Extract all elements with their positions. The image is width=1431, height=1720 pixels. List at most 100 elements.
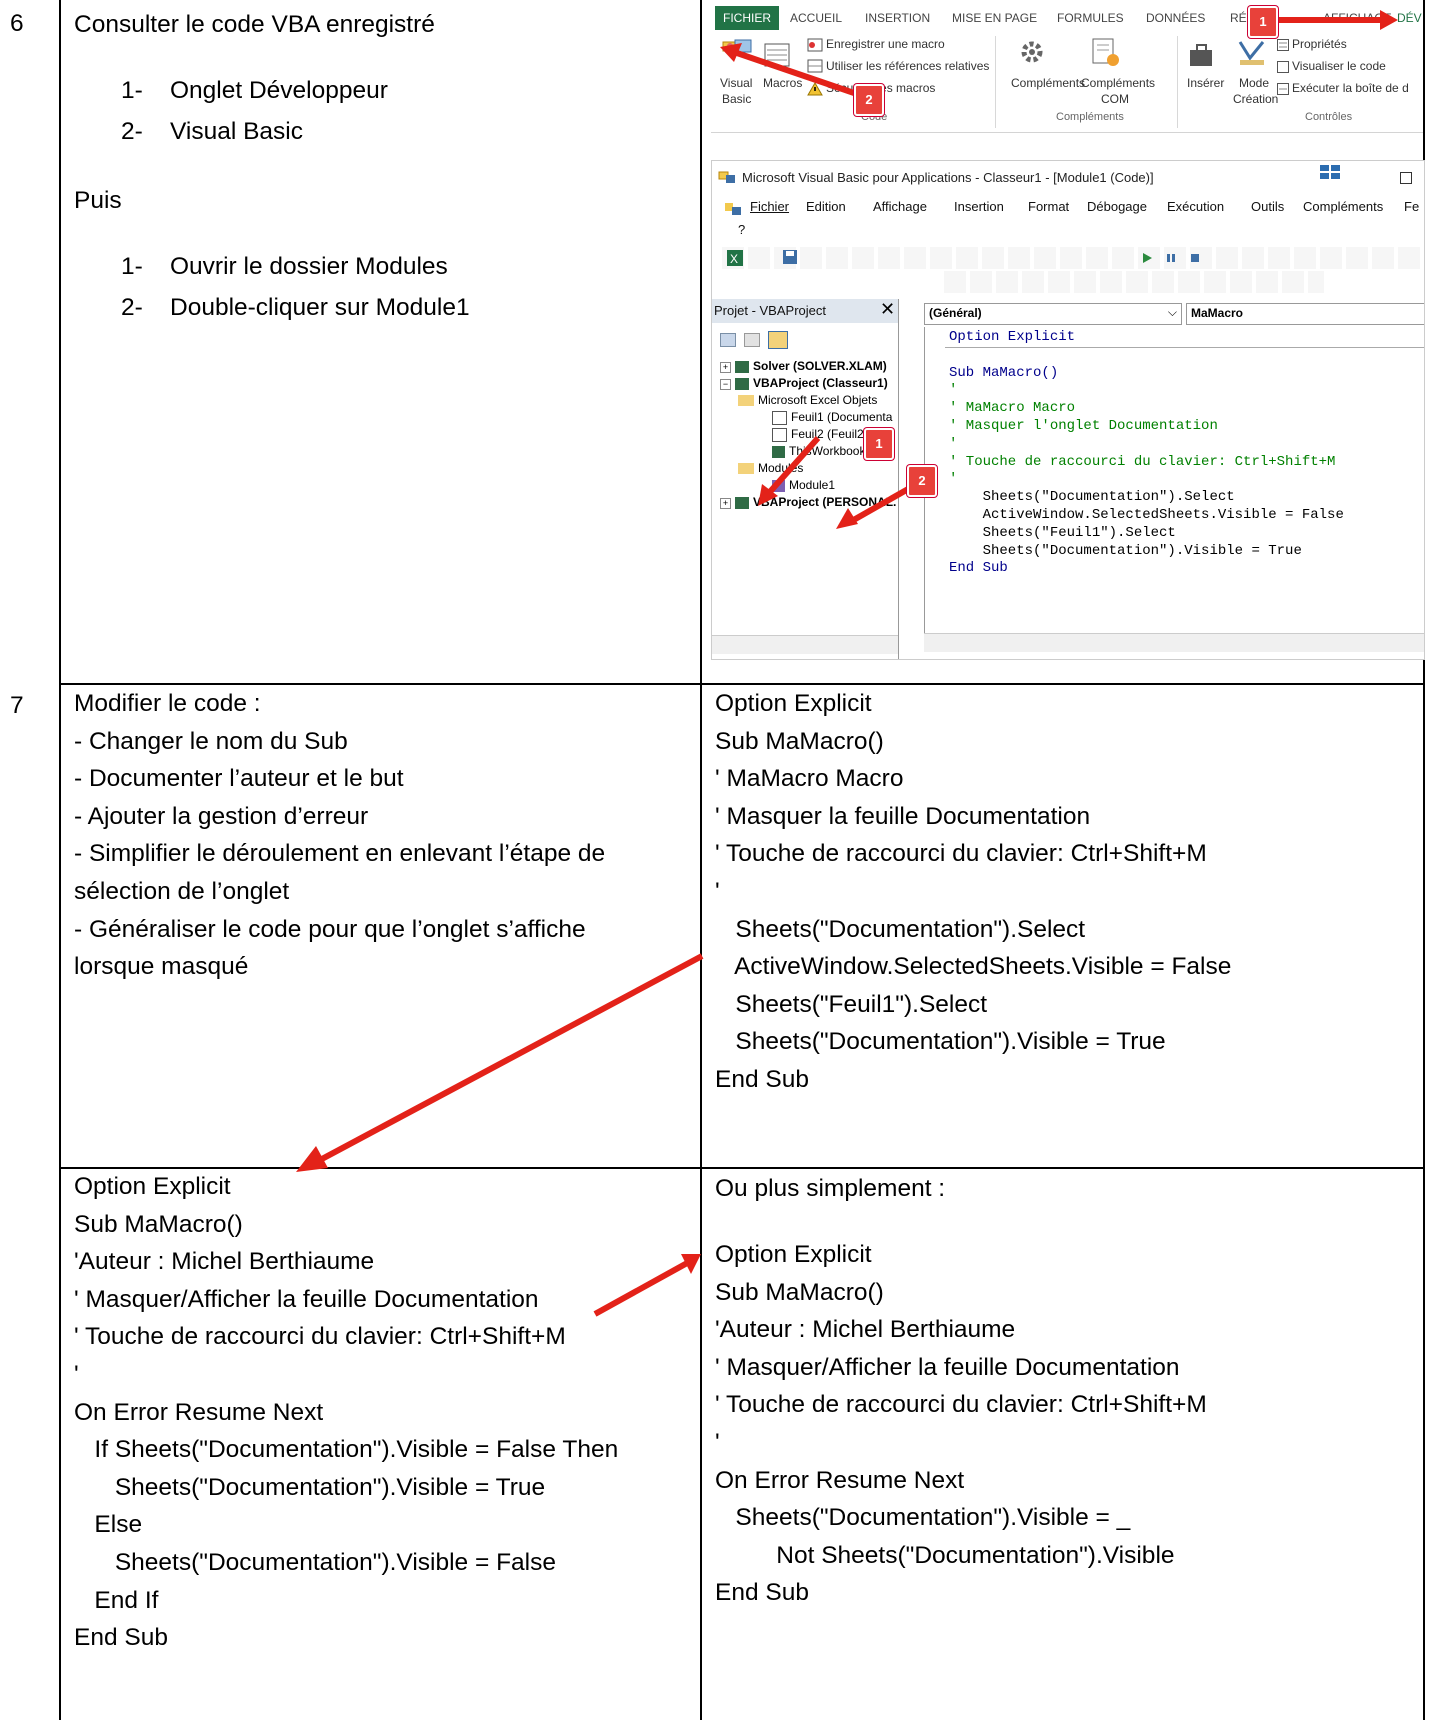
design-mode-label-2[interactable]: Création [1233, 92, 1278, 106]
view-code-button-icon[interactable] [720, 333, 736, 347]
ribbon-tab-accueil[interactable]: ACCUEIL [790, 6, 842, 30]
project-explorer-title: Projet - VBAProject [714, 303, 826, 318]
instruction-line: sélection de l’onglet [74, 877, 290, 905]
ribbon-separator-1 [995, 36, 996, 128]
code-hscrollbar[interactable] [924, 633, 1424, 652]
project-explorer-hscrollbar[interactable] [712, 635, 898, 654]
vbe-menu-fichier[interactable]: Fichier [750, 199, 789, 214]
instruction-line: - Simplifier le déroulement en enlevant … [74, 840, 606, 868]
design-mode-label-1[interactable]: Mode [1239, 76, 1269, 90]
folder-icon [738, 395, 754, 407]
simpler-code-line: ' Touche de raccourci du clavier: Ctrl+S… [715, 1391, 1207, 1419]
com-addins-icon[interactable] [1089, 36, 1121, 68]
modified-code-line: 'Auteur : Michel Berthiaume [74, 1248, 375, 1276]
com-addins-label-2[interactable]: COM [1101, 92, 1129, 106]
design-mode-icon[interactable] [1237, 38, 1267, 68]
tree-project-icon [735, 377, 749, 390]
ribbon-tab-insertion[interactable]: INSERTION [865, 6, 930, 30]
vbe-code-line: Sheets("Documentation").Select [949, 489, 1235, 506]
vbe-code-line [949, 347, 1344, 365]
modified-code-line: Sub MaMacro() [74, 1210, 243, 1238]
code-object-combo[interactable]: (Général) ⌵ [924, 303, 1182, 325]
simpler-code-line: End Sub [715, 1579, 809, 1607]
vbe-code-line: End Sub [949, 560, 1008, 577]
code-editor[interactable]: Option Explicit Sub MaMacro() ' ' MaMacro M… [924, 327, 1424, 633]
toggle-folders-button-icon[interactable] [768, 331, 788, 349]
simpler-code-line: Not Sheets("Documentation").Visible [715, 1541, 1175, 1569]
vbe-window-screenshot: Microsoft Visual Basic pour Applications… [711, 160, 1425, 660]
vbe-menu-execution[interactable]: Exécution [1167, 199, 1224, 214]
original-code-line: Sheets("Documentation").Select [715, 915, 1086, 943]
project-explorer-header: Projet - VBAProject ✕ [712, 299, 898, 323]
insert-control-label[interactable]: Insérer [1187, 76, 1224, 90]
step6-list2-n2: 2- [121, 294, 143, 321]
stop-icon[interactable] [1188, 251, 1202, 265]
vbe-menu-fenetre[interactable]: Fe [1404, 199, 1419, 214]
original-code-line: ' Touche de raccourci du clavier: Ctrl+S… [715, 840, 1207, 868]
ribbon-tab-donnees[interactable]: DONNÉES [1146, 6, 1205, 30]
step6-list1-item1: Onglet Développeur [170, 77, 388, 104]
com-addins-label-1[interactable]: Compléments [1081, 76, 1155, 90]
vbe-maximize-icon[interactable] [1400, 172, 1412, 184]
ribbon-tab-developpeur[interactable]: DÉV [1397, 6, 1422, 30]
original-code-line: ' [715, 877, 720, 905]
addins-label[interactable]: Compléments [1011, 76, 1085, 90]
code-window: (Général) ⌵ MaMacro Option Explicit Sub M… [924, 299, 1424, 659]
ribbon-tab-mise-en-page[interactable]: MISE EN PAGE [952, 6, 1037, 30]
tree-node-vbaproject[interactable]: − VBAProject (Classeur1) [720, 376, 888, 390]
step6-title: Consulter le code VBA enregistré [74, 11, 435, 38]
vbe-step-badge-2: 2 [907, 465, 937, 497]
modified-code-line: ' [74, 1360, 79, 1388]
excel-view-icon[interactable]: X [726, 249, 744, 267]
ribbon-separator-2 [1177, 36, 1178, 128]
original-code-line: Sheets("Documentation").Visible = True [715, 1028, 1166, 1056]
vbe-menu-affichage[interactable]: Affichage [873, 199, 927, 214]
vbe-standard-toolbar: X [722, 247, 1422, 269]
vbe-edit-toolbar [944, 271, 1324, 293]
insert-control-icon[interactable] [1187, 42, 1217, 70]
properties-label[interactable]: Propriétés [1292, 37, 1347, 51]
ribbon-tab-fichier[interactable]: FICHIER [715, 6, 779, 30]
ribbon-step-badge-1: 1 [1248, 6, 1278, 38]
addins-gear-icon[interactable] [1016, 36, 1048, 68]
tree-node-excel-objects[interactable]: Microsoft Excel Objets [738, 393, 877, 407]
run-icon[interactable] [1140, 251, 1154, 265]
ribbon-tab-formules[interactable]: FORMULES [1057, 6, 1124, 30]
simpler-code-line: ' [715, 1428, 720, 1456]
vbe-menu-edition[interactable]: Edition [806, 199, 846, 214]
code-procedure-combo-value: MaMacro [1191, 306, 1244, 320]
pause-icon[interactable] [1164, 251, 1178, 265]
svg-text:X: X [730, 252, 738, 266]
vbe-menu-insertion[interactable]: Insertion [954, 199, 1004, 214]
view-code-icon[interactable] [1277, 61, 1289, 73]
tree-label-vbaproject: VBAProject (Classeur1) [753, 376, 888, 390]
modified-code-line: End If [74, 1586, 159, 1614]
tree-label-solver: Solver (SOLVER.XLAM) [753, 359, 887, 373]
step7-simpler-intro: Ou plus simplement : [715, 1175, 946, 1202]
simpler-code-line: Option Explicit [715, 1241, 872, 1268]
instruction-line: - Ajouter la gestion d’erreur [74, 802, 369, 830]
step7-modified-code: Option Explicit Sub MaMacro() 'Auteur : Mi… [74, 1168, 618, 1657]
tree-node-solver[interactable]: + Solver (SOLVER.XLAM) [720, 359, 887, 373]
vbe-code-line: ActiveWindow.SelectedSheets.Visible = Fa… [949, 506, 1344, 523]
vbe-code-line: ' Touche de raccourci du clavier: Ctrl+S… [949, 453, 1336, 470]
vbe-menu-debogage[interactable]: Débogage [1087, 199, 1147, 214]
tree-project-icon [735, 360, 749, 373]
run-dialog-label[interactable]: Exécuter la boîte de d [1292, 81, 1409, 95]
view-code-label[interactable]: Visualiser le code [1292, 59, 1386, 73]
vbe-menu-complements[interactable]: Compléments [1303, 199, 1383, 214]
combo-chevron-down-icon: ⌵ [1167, 305, 1177, 319]
code-procedure-combo[interactable]: MaMacro [1186, 303, 1424, 325]
project-explorer-close-icon[interactable]: ✕ [880, 299, 895, 320]
simpler-code-line: Sub MaMacro() [715, 1278, 884, 1306]
vbe-menu-outils[interactable]: Outils [1251, 199, 1284, 214]
tree-label-excel-objects: Microsoft Excel Objets [758, 393, 878, 407]
vbe-menu-help[interactable]: ? [738, 222, 745, 237]
vbe-menu-format[interactable]: Format [1028, 199, 1069, 214]
run-dialog-icon[interactable] [1277, 83, 1289, 95]
properties-icon[interactable] [1277, 39, 1289, 51]
view-object-button-icon[interactable] [744, 333, 760, 347]
vbe-restore-icon[interactable] [1318, 163, 1342, 183]
simpler-code-line: ' Masquer/Afficher la feuille Documentat… [715, 1353, 1180, 1381]
save-icon[interactable] [782, 249, 798, 265]
